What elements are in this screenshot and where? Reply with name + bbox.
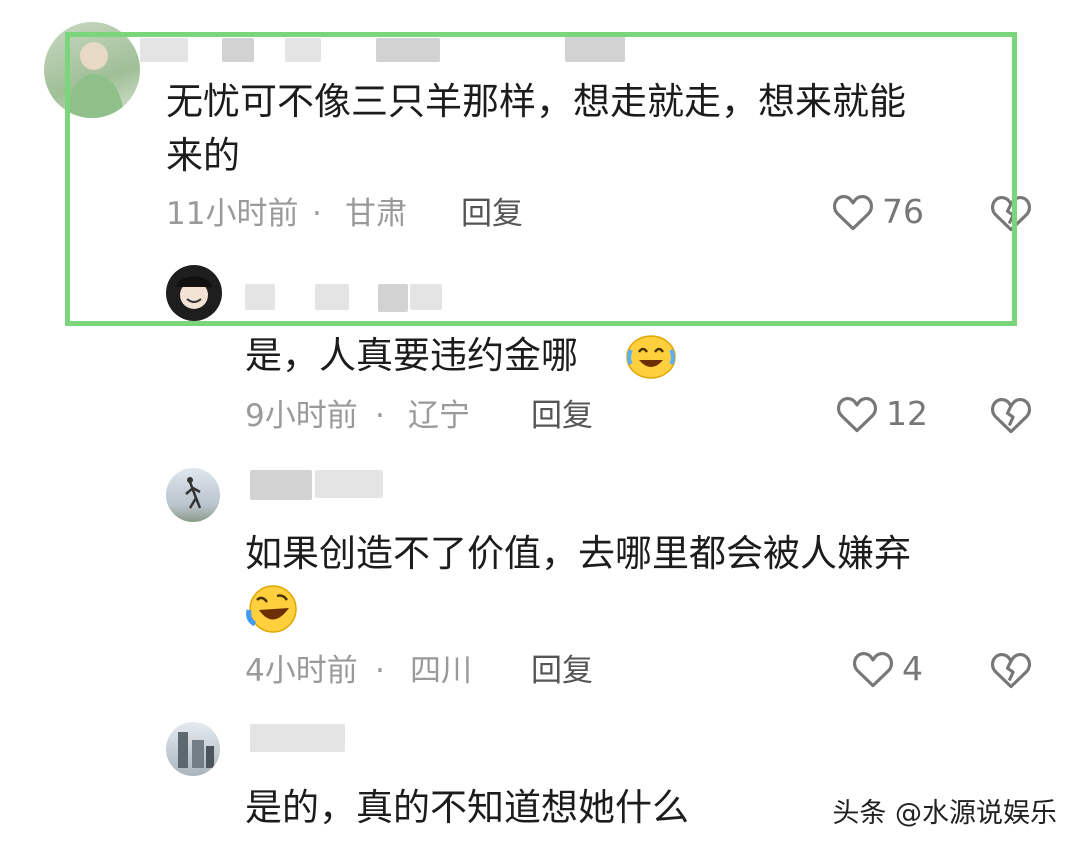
- like-button[interactable]: 12: [836, 394, 928, 434]
- reply-button[interactable]: 回复: [531, 396, 593, 436]
- heart-outline-icon: [836, 397, 878, 433]
- comment-text: 来的: [166, 134, 240, 177]
- comment-text: 是，人真要违约金哪: [245, 334, 578, 377]
- reply-button[interactable]: 回复: [531, 651, 593, 691]
- avatar[interactable]: [166, 722, 220, 776]
- username-blurred[interactable]: [376, 38, 440, 62]
- dislike-button[interactable]: [990, 650, 1032, 694]
- broken-heart-icon: [990, 653, 1032, 689]
- username-blurred[interactable]: [245, 284, 275, 310]
- comment-time: 4小时前: [245, 653, 358, 689]
- username-blurred[interactable]: [410, 284, 442, 310]
- comment-location: 四川: [410, 653, 472, 689]
- laughing-tears-emoji: [625, 330, 677, 384]
- like-count: 76: [882, 192, 924, 231]
- comment-time: 9小时前: [245, 398, 358, 434]
- username-blurred[interactable]: [565, 36, 625, 62]
- comment-text: 是的，真的不知道想她什么: [245, 786, 689, 829]
- comment-location: 甘肃: [345, 196, 407, 232]
- watermark: 头条 @水源说娱乐: [832, 798, 1057, 829]
- meta-separator: ·: [375, 653, 385, 689]
- meta-separator: ·: [375, 398, 385, 434]
- username-blurred[interactable]: [250, 470, 312, 500]
- dislike-button[interactable]: [990, 193, 1032, 237]
- like-button[interactable]: 76: [832, 192, 924, 232]
- meta-separator: ·: [312, 196, 322, 232]
- comment-text: 无忧可不像三只羊那样，想走就走，想来就能: [166, 80, 906, 123]
- dislike-button[interactable]: [990, 395, 1032, 439]
- username-blurred[interactable]: [222, 38, 254, 62]
- comment-time: 11小时前: [166, 196, 299, 232]
- broken-heart-icon: [990, 398, 1032, 434]
- avatar[interactable]: [166, 265, 222, 321]
- like-count: 4: [902, 649, 923, 688]
- avatar[interactable]: [44, 22, 140, 118]
- broken-heart-icon: [990, 196, 1032, 232]
- comment-location: 辽宁: [408, 398, 470, 434]
- username-blurred[interactable]: [315, 470, 383, 498]
- username-blurred[interactable]: [378, 284, 408, 312]
- reply-button[interactable]: 回复: [461, 194, 523, 234]
- avatar[interactable]: [166, 468, 220, 522]
- username-blurred[interactable]: [285, 38, 321, 62]
- username-blurred[interactable]: [250, 724, 345, 752]
- like-count: 12: [886, 394, 928, 433]
- heart-outline-icon: [852, 652, 894, 688]
- comment-text: 如果创造不了价值，去哪里都会被人嫌弃: [245, 532, 911, 575]
- rolling-laughing-emoji: [245, 582, 301, 638]
- username-blurred[interactable]: [315, 284, 349, 310]
- username-blurred[interactable]: [140, 38, 188, 62]
- like-button[interactable]: 4: [852, 649, 923, 689]
- heart-outline-icon: [832, 195, 874, 231]
